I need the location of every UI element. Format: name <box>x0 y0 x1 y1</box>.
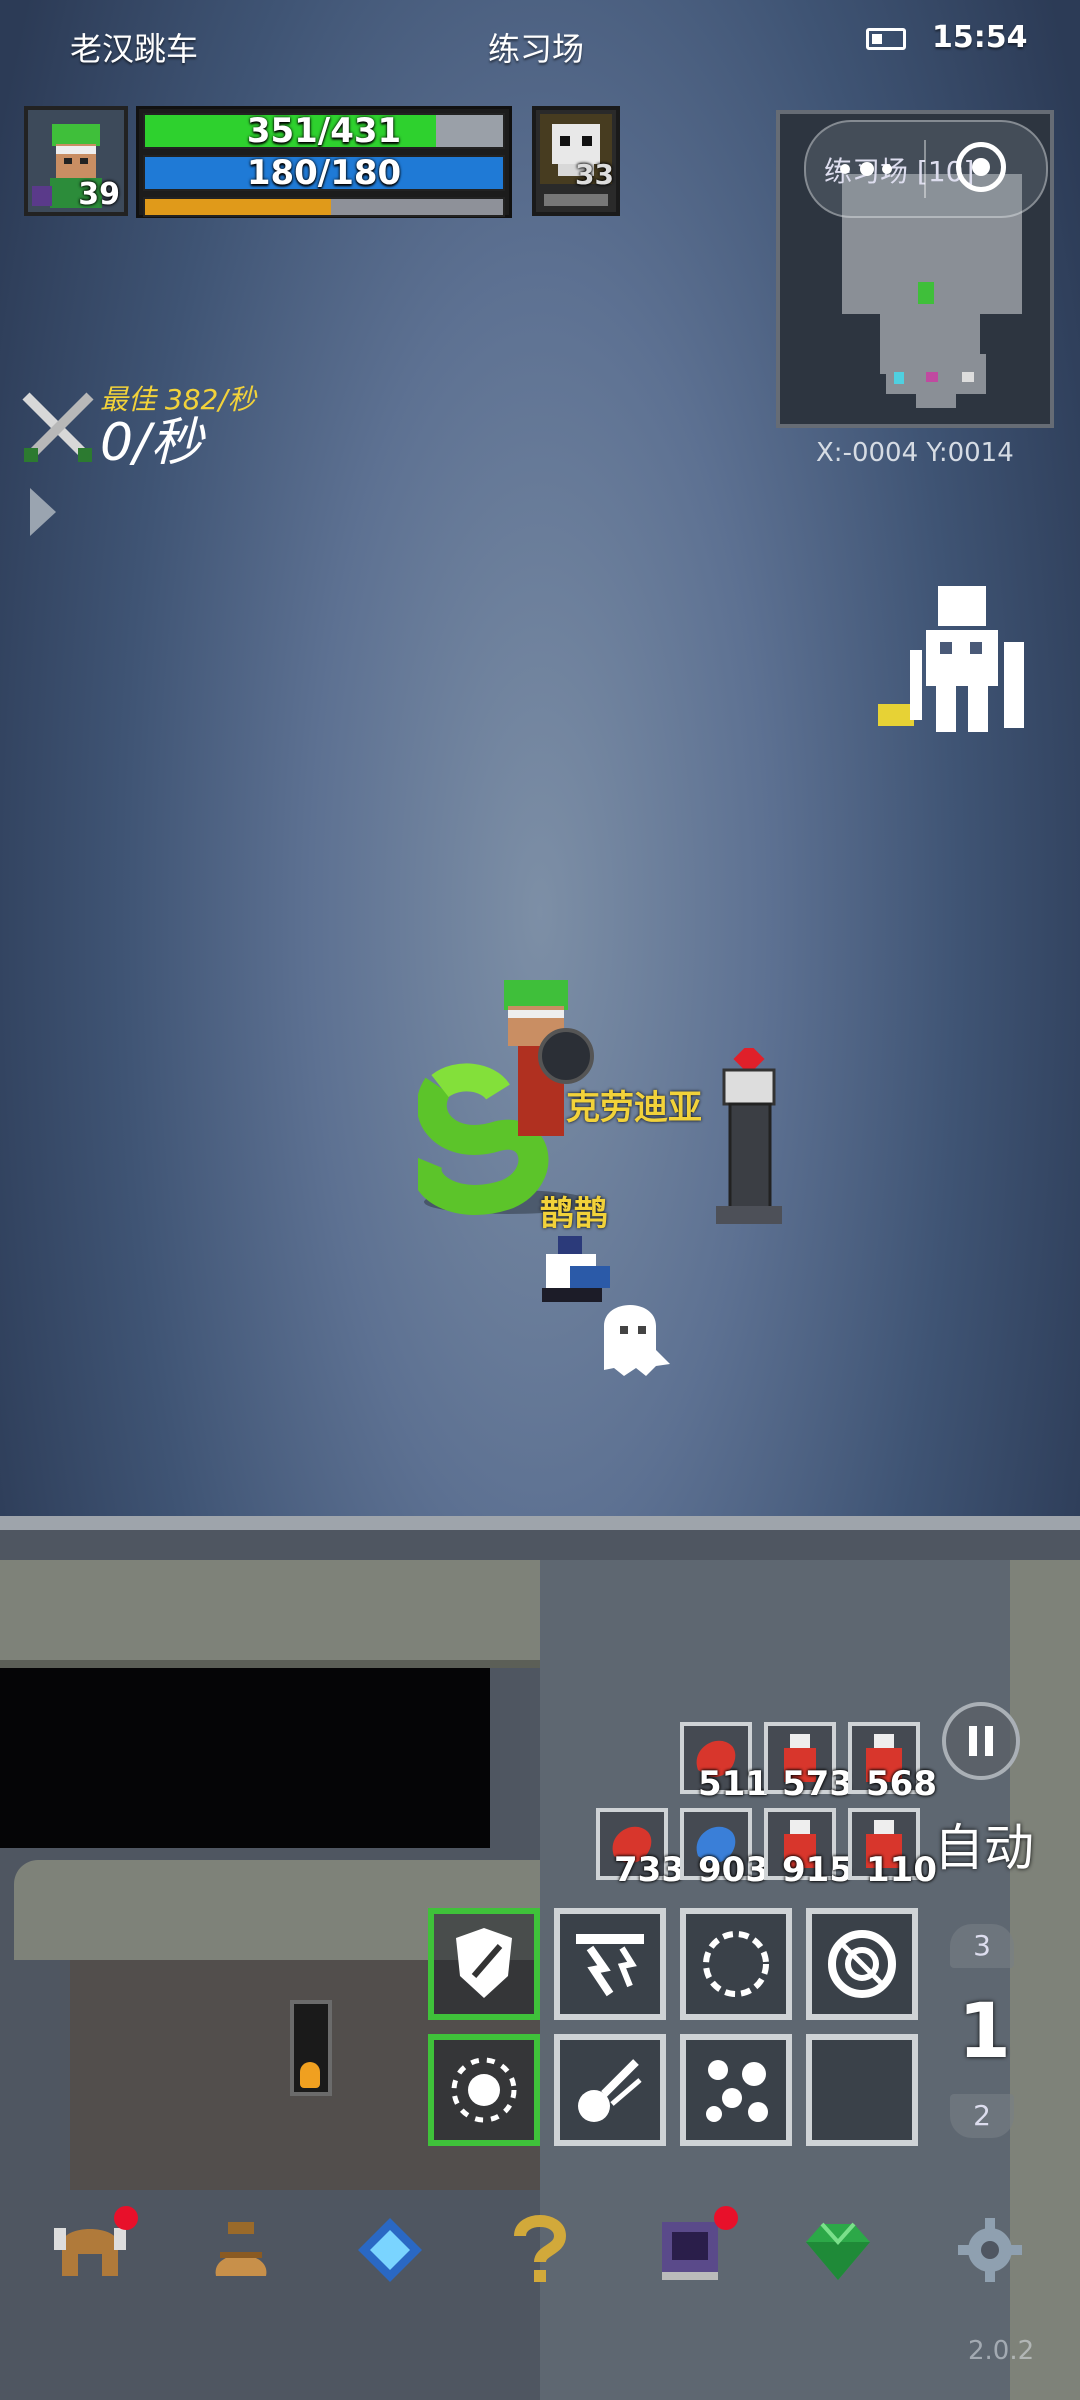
nav-equipment[interactable] <box>50 2206 138 2286</box>
scatter-skill-icon <box>706 2060 768 2122</box>
wall-top-left <box>0 1560 540 1668</box>
potion-count-1: 511 <box>698 1764 769 1804</box>
question-icon <box>514 2215 567 2282</box>
close-target-icon[interactable] <box>956 142 1006 192</box>
battery-icon <box>866 28 906 50</box>
potion-count-2: 573 <box>782 1764 853 1804</box>
boss-name: 克劳迪亚 <box>566 1088 702 1128</box>
notification-badge <box>714 2206 738 2230</box>
burst-skill-icon <box>451 2057 517 2123</box>
bag-icon <box>215 2222 267 2276</box>
map-coordinates: X:-0004 Y:0014 <box>816 438 1014 468</box>
training-dummy[interactable] <box>710 1048 790 1228</box>
pause-icon <box>969 1726 977 1756</box>
speed-down-label: 2 <box>973 2099 991 2132</box>
ghost-pet[interactable] <box>590 1290 680 1380</box>
shield-skill-icon <box>456 1928 512 1998</box>
pause-button[interactable] <box>942 1702 1020 1780</box>
nav-bag[interactable] <box>206 2214 276 2286</box>
player-avatar[interactable]: 39 <box>24 106 128 216</box>
scene-title: 练习场 <box>488 30 585 68</box>
book-icon <box>662 2222 718 2280</box>
potion-count-5: 903 <box>698 1850 769 1890</box>
skill-slot-2[interactable] <box>554 1908 666 2020</box>
hp-text: 351/431 <box>246 113 402 149</box>
app-name: 老汉跳车 <box>70 30 199 68</box>
lightning-skill-icon <box>576 1934 644 1997</box>
target-frame[interactable]: 33 <box>532 106 620 216</box>
enemy-level: 33 <box>575 158 614 191</box>
skill-slot-6[interactable] <box>554 2034 666 2146</box>
nav-shop[interactable] <box>802 2214 874 2286</box>
potion-count-6: 915 <box>782 1850 853 1890</box>
expand-arrow-icon[interactable] <box>30 488 56 536</box>
speed-current: 1 <box>958 1986 1011 2075</box>
skill-slot-1[interactable] <box>428 1908 540 2020</box>
skill-slot-5[interactable] <box>428 2034 540 2146</box>
skeleton-enemy[interactable] <box>876 586 1056 736</box>
skill-slot-3[interactable] <box>680 1908 792 2020</box>
emerald-icon <box>806 2222 870 2280</box>
mp-bar: 180/180 <box>143 155 505 191</box>
notification-badge <box>114 2206 138 2230</box>
crossed-swords-icon <box>22 392 94 462</box>
potion-count-4: 733 <box>614 1850 685 1890</box>
mp-text: 180/180 <box>246 155 402 191</box>
version-label: 2.0.2 <box>968 2336 1035 2366</box>
hp-bar: 351/431 <box>143 113 505 149</box>
comet-skill-icon <box>578 2059 642 2122</box>
clock: 15:54 <box>932 20 1028 55</box>
skill-slot-8-empty[interactable] <box>806 2034 918 2146</box>
more-icon[interactable] <box>840 162 900 176</box>
skill-slot-7[interactable] <box>680 2034 792 2146</box>
xp-bar <box>143 197 505 217</box>
gear-icon <box>958 2218 1022 2282</box>
nav-book[interactable] <box>656 2206 738 2286</box>
speed-down-button[interactable]: 2 <box>950 2094 1014 2138</box>
auto-toggle[interactable]: 自动 <box>934 1808 1034 1880</box>
gem-icon <box>358 2218 422 2282</box>
nav-settings[interactable] <box>954 2214 1026 2286</box>
speed-up-button[interactable]: 3 <box>950 1924 1014 1968</box>
miniprogram-capsule[interactable]: 练习场 [10] <box>804 120 1048 218</box>
dps-current: 0/秒 <box>100 413 203 473</box>
dark-pit <box>0 1668 490 1848</box>
ring-skill-icon <box>703 1931 769 1997</box>
player-level: 39 <box>78 177 120 212</box>
spiral-skill-icon <box>828 1930 896 1998</box>
nav-help[interactable] <box>506 2214 570 2286</box>
wall-torch <box>290 2000 332 2096</box>
player-status-bars: 351/431 180/180 <box>136 106 512 218</box>
speed-up-label: 3 <box>973 1929 991 1962</box>
potion-count-7: 110 <box>866 1850 937 1890</box>
nav-gems[interactable] <box>354 2214 426 2286</box>
floor-edge <box>0 1516 1080 1530</box>
potion-count-3: 568 <box>866 1764 937 1804</box>
skill-slot-4[interactable] <box>806 1908 918 2020</box>
